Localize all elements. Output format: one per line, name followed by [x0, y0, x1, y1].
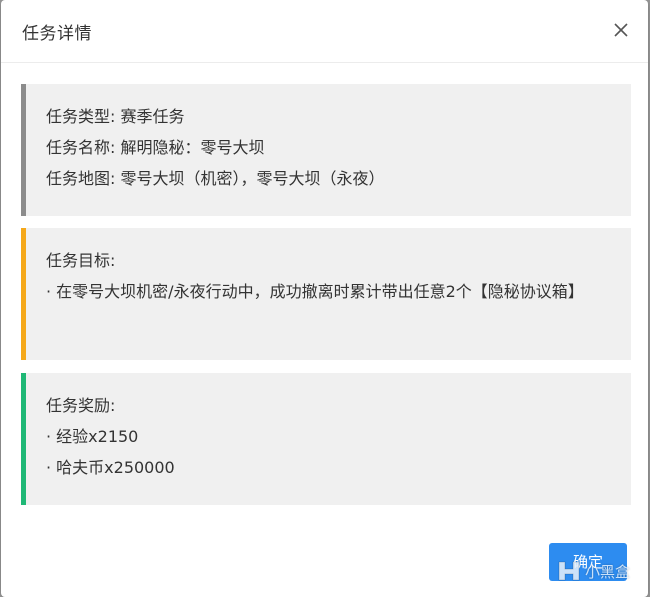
watermark: 小黑盒 [556, 556, 642, 586]
reward-heading: 任务奖励: [46, 396, 116, 415]
goal-heading: 任务目标: [46, 251, 116, 270]
dialog-title: 任务详情 [22, 24, 92, 44]
task-map: 任务地图: 零号大坝（机密），零号大坝（永夜） [46, 169, 385, 188]
close-button[interactable] [610, 19, 632, 41]
goal-accent-bar [21, 228, 26, 360]
reward-item: · 哈夫币x250000 [46, 458, 175, 477]
goal-text: · 在零号大坝机密/永夜行动中，成功撤离时累计带出任意2个【隐秘协议箱】 [46, 282, 584, 301]
task-name: 任务名称: 解明隐秘：零号大坝 [46, 138, 265, 157]
close-icon [614, 23, 628, 37]
task-goal-section: 任务目标: · 在零号大坝机密/永夜行动中，成功撤离时累计带出任意2个【隐秘协议… [21, 228, 631, 360]
heybox-logo-icon [558, 561, 580, 581]
reward-item: · 经验x2150 [46, 427, 139, 446]
dialog-header: 任务详情 [1, 0, 648, 63]
info-accent-bar [21, 84, 26, 216]
watermark-text: 小黑盒 [585, 562, 631, 581]
task-info-section: 任务类型: 赛季任务 任务名称: 解明隐秘：零号大坝 任务地图: 零号大坝（机密… [21, 84, 631, 216]
reward-accent-bar [21, 373, 26, 505]
task-type: 任务类型: 赛季任务 [46, 107, 185, 126]
task-reward-section: 任务奖励: · 经验x2150 · 哈夫币x250000 [21, 373, 631, 505]
task-detail-dialog: 任务详情 任务类型: 赛季任务 任务名称: 解明隐秘：零号大坝 任务地图: 零号… [1, 0, 648, 597]
